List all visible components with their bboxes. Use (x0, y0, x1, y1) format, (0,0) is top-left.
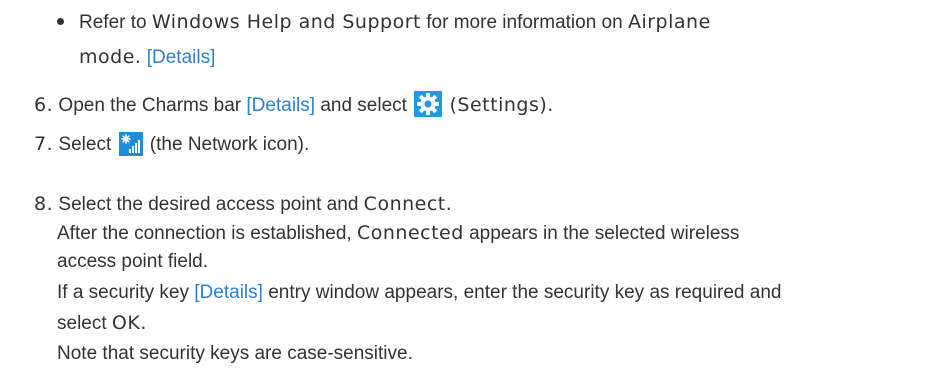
bullet-text: for more information on (426, 12, 623, 33)
step-text: Select the desired access point and (58, 194, 359, 215)
mode-label: mode. (79, 46, 142, 68)
settings-gear-icon (414, 91, 443, 124)
step-number: 7. (34, 133, 54, 155)
step-text: Note that security keys are case-sensiti… (57, 343, 413, 364)
step-8-line-5: select OK. (57, 311, 147, 336)
step-8-line-6: Note that security keys are case-sensiti… (57, 342, 413, 366)
step-text: After the connection is established, (57, 223, 352, 244)
step-text: select (57, 313, 107, 334)
step-text: If a security key (57, 282, 189, 303)
step-number: 6. (34, 94, 54, 116)
step-text: (the Network icon). (149, 134, 310, 155)
step-text: entry window appears, enter the security… (268, 282, 782, 303)
step-7-line: 7. Select (the Network icon). (34, 132, 309, 163)
details-link[interactable]: [Details] (194, 282, 263, 303)
step-text: and select (320, 95, 407, 116)
connected-label: Connected (356, 222, 464, 244)
details-link[interactable]: [Details] (246, 95, 315, 116)
ok-label: OK. (111, 312, 147, 334)
step-number: 8. (34, 193, 54, 215)
help-and-support-label: Windows Help and Support (151, 11, 421, 33)
connect-label: Connect. (363, 193, 453, 215)
settings-label: (Settings). (449, 94, 554, 116)
bullet-line-2: mode. [Details] (79, 45, 215, 70)
step-text: Open the Charms bar (58, 95, 242, 116)
step-8-line-1: 8. Select the desired access point and C… (34, 192, 452, 217)
step-8-line-2: After the connection is established, Con… (57, 221, 739, 246)
step-text: appears in the selected wireless (469, 223, 740, 244)
airplane-label: Airplane (627, 11, 711, 33)
step-8-line-3: access point field. (57, 250, 208, 274)
bullet-line-1: Refer to Windows Help and Support for mo… (79, 10, 711, 35)
details-link[interactable]: [Details] (147, 47, 216, 68)
step-6-line: 6. Open the Charms bar [Details] and sel… (34, 91, 554, 124)
step-8-line-4: If a security key [Details] entry window… (57, 281, 781, 305)
bullet-dot (57, 18, 64, 25)
step-text: access point field. (57, 251, 209, 272)
network-icon (118, 132, 143, 163)
bullet-text: Refer to (79, 12, 147, 33)
step-text: Select (58, 134, 112, 155)
